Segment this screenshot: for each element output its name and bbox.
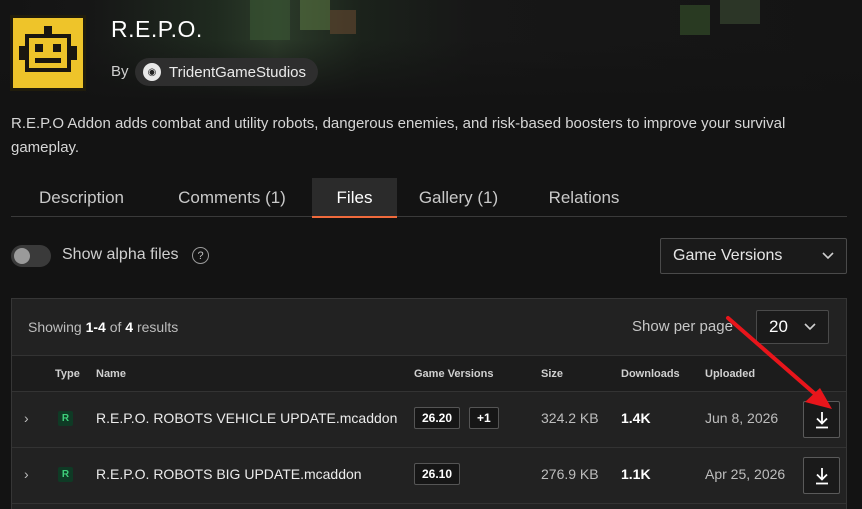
- tab-description[interactable]: Description: [11, 178, 152, 217]
- alpha-files-toggle[interactable]: [11, 245, 51, 267]
- table-row[interactable]: › R R.E.P.O. ROBOTS VEHICLE UPDATE.mcadd…: [12, 392, 846, 448]
- expand-chevron-icon[interactable]: ›: [24, 410, 29, 426]
- download-button[interactable]: [803, 401, 840, 438]
- release-type-badge: R: [58, 467, 73, 482]
- download-count: 1.1K: [621, 466, 651, 482]
- table-header: Type Name Game Versions Size Downloads U…: [12, 355, 846, 392]
- download-icon: [815, 411, 828, 428]
- tab-gallery[interactable]: Gallery (1): [397, 178, 520, 217]
- tab-comments[interactable]: Comments (1): [152, 178, 312, 217]
- file-size: 276.9 KB: [541, 466, 599, 482]
- results-count: Showing 1-4 of 4 results: [28, 319, 179, 335]
- file-size: 324.2 KB: [541, 410, 599, 426]
- per-page-select[interactable]: 20: [756, 310, 829, 344]
- header-banner: [0, 0, 862, 100]
- project-title: R.E.P.O.: [111, 16, 203, 42]
- author-name: TridentGameStudios: [169, 63, 307, 81]
- header-downloads: Downloads: [621, 368, 680, 380]
- toggle-knob: [14, 248, 30, 264]
- files-table-panel: Showing 1-4 of 4 results Show per page 2…: [11, 298, 847, 509]
- download-count: 1.4K: [621, 410, 651, 426]
- author-avatar: ◉: [143, 63, 161, 81]
- table-row[interactable]: › R R.E.P.O. ROBOTS BIG UPDATE.mcaddon 2…: [12, 448, 846, 504]
- by-label: By: [111, 63, 129, 80]
- game-versions-select[interactable]: Game Versions: [660, 238, 847, 274]
- help-icon[interactable]: ?: [192, 247, 209, 264]
- game-version-chip: 26.10: [414, 463, 461, 485]
- download-button[interactable]: [803, 457, 840, 494]
- game-version-chip: 26.20: [414, 407, 461, 429]
- tab-relations[interactable]: Relations: [520, 178, 648, 217]
- download-icon: [815, 467, 828, 484]
- header-size: Size: [541, 368, 564, 380]
- author-link[interactable]: ◉ TridentGameStudios: [135, 58, 319, 86]
- upload-date: Jun 8, 2026: [705, 410, 779, 426]
- expand-chevron-icon[interactable]: ›: [24, 466, 29, 482]
- per-page-label: Show per page: [632, 318, 733, 335]
- project-logo: [10, 15, 86, 91]
- header-type: Type: [55, 368, 80, 380]
- header-game-versions: Game Versions: [414, 368, 494, 380]
- chevron-down-icon: [804, 323, 816, 331]
- header-uploaded: Uploaded: [705, 368, 756, 380]
- tab-bar: Description Comments (1) Files Gallery (…: [11, 178, 847, 218]
- file-name[interactable]: R.E.P.O. ROBOTS BIG UPDATE.mcaddon: [96, 466, 362, 482]
- header-name: Name: [96, 368, 126, 380]
- file-name[interactable]: R.E.P.O. ROBOTS VEHICLE UPDATE.mcaddon: [96, 410, 397, 426]
- release-type-badge: R: [58, 411, 73, 426]
- project-description: R.E.P.O Addon adds combat and utility ro…: [11, 115, 786, 156]
- per-page-value: 20: [769, 317, 788, 336]
- alpha-files-label: Show alpha files: [62, 246, 179, 263]
- extra-versions-chip[interactable]: +1: [469, 407, 499, 429]
- game-versions-label: Game Versions: [673, 247, 783, 264]
- tab-files[interactable]: Files: [312, 178, 397, 218]
- upload-date: Apr 25, 2026: [705, 466, 786, 482]
- chevron-down-icon: [822, 252, 834, 260]
